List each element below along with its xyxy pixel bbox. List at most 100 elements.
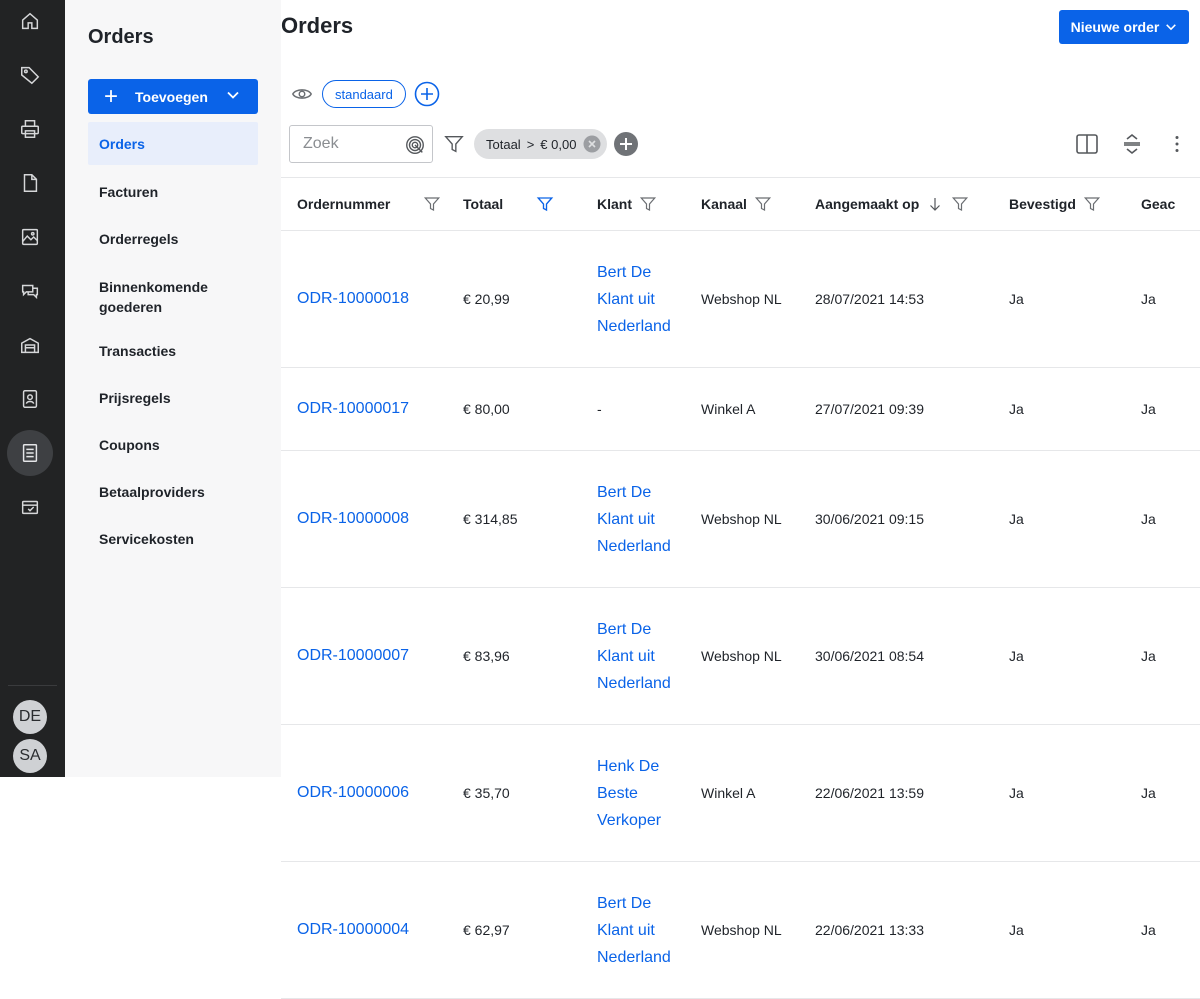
- more-vertical-icon[interactable]: [1165, 132, 1189, 156]
- customer-name-line: Nederland: [597, 537, 671, 555]
- add-button[interactable]: + Toevoegen: [88, 79, 258, 114]
- view-chip-standaard[interactable]: standaard: [322, 80, 406, 108]
- confirmed-status: Ja: [1009, 450, 1141, 588]
- avatar[interactable]: SA: [13, 739, 47, 773]
- avatar[interactable]: DE: [13, 700, 47, 734]
- filter-chip-totaal[interactable]: Totaal > € 0,00: [474, 129, 608, 159]
- confirmed-status: Ja: [1009, 587, 1141, 725]
- filter-icon[interactable]: [1083, 195, 1101, 213]
- sidebar-item-coupons[interactable]: Coupons: [88, 425, 258, 472]
- table-row[interactable]: ODR-10000018 € 20,99 Bert De Klant uit Neder…: [281, 230, 1200, 368]
- rail-divider: [8, 685, 57, 686]
- column-header-bevestigd[interactable]: Bevestigd: [1009, 177, 1141, 231]
- column-header-klant[interactable]: Klant: [597, 177, 701, 231]
- app-rail: DE SA: [0, 0, 65, 777]
- customer-name-line: Nederland: [597, 948, 671, 966]
- contact-book-icon[interactable]: [7, 376, 53, 422]
- customer-link: -: [597, 367, 701, 451]
- order-number-link[interactable]: ODR-10000008: [281, 450, 463, 588]
- table-row[interactable]: ODR-10000007 € 83,96 Bert De Klant uit Neder…: [281, 587, 1200, 725]
- filter-bar: Totaal > € 0,00: [289, 125, 1189, 163]
- row-height-icon[interactable]: [1120, 132, 1144, 156]
- order-list-icon[interactable]: [7, 430, 53, 476]
- add-button-label: Toevoegen: [135, 88, 208, 105]
- column-header-geac[interactable]: Geac: [1141, 177, 1200, 231]
- sidebar-item-orders[interactable]: Orders: [88, 122, 258, 165]
- add-filter-icon[interactable]: [613, 131, 639, 157]
- created-at: 30/06/2021 08:54: [815, 587, 1009, 725]
- order-number-link[interactable]: ODR-10000004: [281, 861, 463, 999]
- search-input[interactable]: [303, 135, 398, 153]
- customer-link[interactable]: Bert De Klant uit Nederland: [597, 861, 701, 999]
- filter-icon[interactable]: [443, 133, 465, 155]
- sidebar-item-betaalproviders[interactable]: Betaalproviders: [88, 472, 258, 519]
- page-title: Orders: [281, 13, 354, 38]
- close-icon[interactable]: [583, 135, 601, 153]
- main-content: Orders Nieuwe order standaard Totaal > €…: [281, 0, 1200, 999]
- customer-name-line: Nederland: [597, 674, 671, 692]
- sidebar-item-facturen[interactable]: Facturen: [88, 169, 258, 216]
- home-icon[interactable]: [7, 0, 53, 44]
- column-label: Kanaal: [701, 196, 747, 212]
- sidebar-title: Orders: [88, 26, 154, 48]
- document-icon[interactable]: [7, 160, 53, 206]
- column-header-ordernummer[interactable]: Ordernummer: [281, 177, 463, 231]
- new-order-label: Nieuwe order: [1070, 19, 1160, 35]
- chevron-down-icon: [1166, 24, 1177, 31]
- sidebar-item-transacties[interactable]: Transacties: [88, 331, 258, 378]
- filter-active-icon[interactable]: [536, 195, 554, 213]
- column-label: Aangemaakt op: [815, 196, 920, 212]
- filter-icon[interactable]: [639, 195, 657, 213]
- order-number-link[interactable]: ODR-10000017: [281, 367, 463, 451]
- order-total: € 314,85: [463, 450, 597, 588]
- customer-link[interactable]: Bert De Klant uit Nederland: [597, 230, 701, 368]
- order-total: € 20,99: [463, 230, 597, 368]
- chat-icon[interactable]: [7, 268, 53, 314]
- image-icon[interactable]: [7, 214, 53, 260]
- created-at: 27/07/2021 09:39: [815, 367, 1009, 451]
- sidebar: Orders + Toevoegen Orders Facturen Order…: [65, 0, 281, 777]
- customer-link[interactable]: Bert De Klant uit Nederland: [597, 587, 701, 725]
- filter-chip-field: Totaal: [486, 136, 521, 152]
- columns-icon[interactable]: [1075, 132, 1099, 156]
- order-number-link[interactable]: ODR-10000018: [281, 230, 463, 368]
- new-order-button[interactable]: Nieuwe order: [1059, 10, 1189, 44]
- sidebar-item-binnenkomende-goederen[interactable]: Binnenkomende goederen: [88, 263, 258, 331]
- confirmed-status: Ja: [1009, 230, 1141, 368]
- customer-name-line: Henk De: [597, 757, 660, 775]
- chevron-down-icon: [227, 91, 239, 99]
- table-row[interactable]: ODR-10000008 € 314,85 Bert De Klant uit Nede…: [281, 450, 1200, 588]
- confirmed-status: Ja: [1009, 724, 1141, 862]
- plus-icon: +: [104, 82, 119, 110]
- add-view-icon[interactable]: [414, 81, 440, 107]
- table-row[interactable]: ODR-10000017 € 80,00- Winkel A 27/07/2021 0…: [281, 367, 1200, 451]
- view-selector: standaard: [291, 80, 440, 108]
- filter-chip-operator: >: [526, 136, 535, 152]
- table-row[interactable]: ODR-10000004 € 62,97 Bert De Klant uit Neder…: [281, 861, 1200, 999]
- sidebar-item-orderregels[interactable]: Orderregels: [88, 216, 258, 263]
- tag-icon[interactable]: [7, 52, 53, 98]
- sidebar-item-prijsregels[interactable]: Prijsregels: [88, 378, 258, 425]
- eye-icon[interactable]: [291, 83, 313, 105]
- customer-name-line: Beste: [597, 784, 638, 802]
- filter-icon[interactable]: [951, 195, 969, 213]
- filter-icon[interactable]: [754, 195, 772, 213]
- fingerprint-icon[interactable]: [404, 134, 426, 156]
- filter-icon[interactable]: [423, 195, 441, 213]
- column-header-totaal[interactable]: Totaal: [463, 177, 597, 231]
- column-header-kanaal[interactable]: Kanaal: [701, 177, 815, 231]
- order-number-link[interactable]: ODR-10000006: [281, 724, 463, 862]
- order-total: € 35,70: [463, 724, 597, 862]
- channel: Webshop NL: [701, 587, 815, 725]
- column-header-aangemaakt-op[interactable]: Aangemaakt op: [815, 177, 1009, 231]
- customer-link[interactable]: Henk De Beste Verkoper: [597, 724, 701, 862]
- sidebar-item-servicekosten[interactable]: Servicekosten: [88, 519, 258, 566]
- column-label: Totaal: [463, 196, 504, 212]
- printer-icon[interactable]: [7, 106, 53, 152]
- table-row[interactable]: ODR-10000006 € 35,70 Henk De Beste Verkoper W…: [281, 724, 1200, 862]
- order-number-link[interactable]: ODR-10000007: [281, 587, 463, 725]
- customer-link[interactable]: Bert De Klant uit Nederland: [597, 450, 701, 588]
- warehouse-icon[interactable]: [7, 322, 53, 368]
- package-check-icon[interactable]: [7, 484, 53, 530]
- arrow-down-icon[interactable]: [926, 195, 944, 213]
